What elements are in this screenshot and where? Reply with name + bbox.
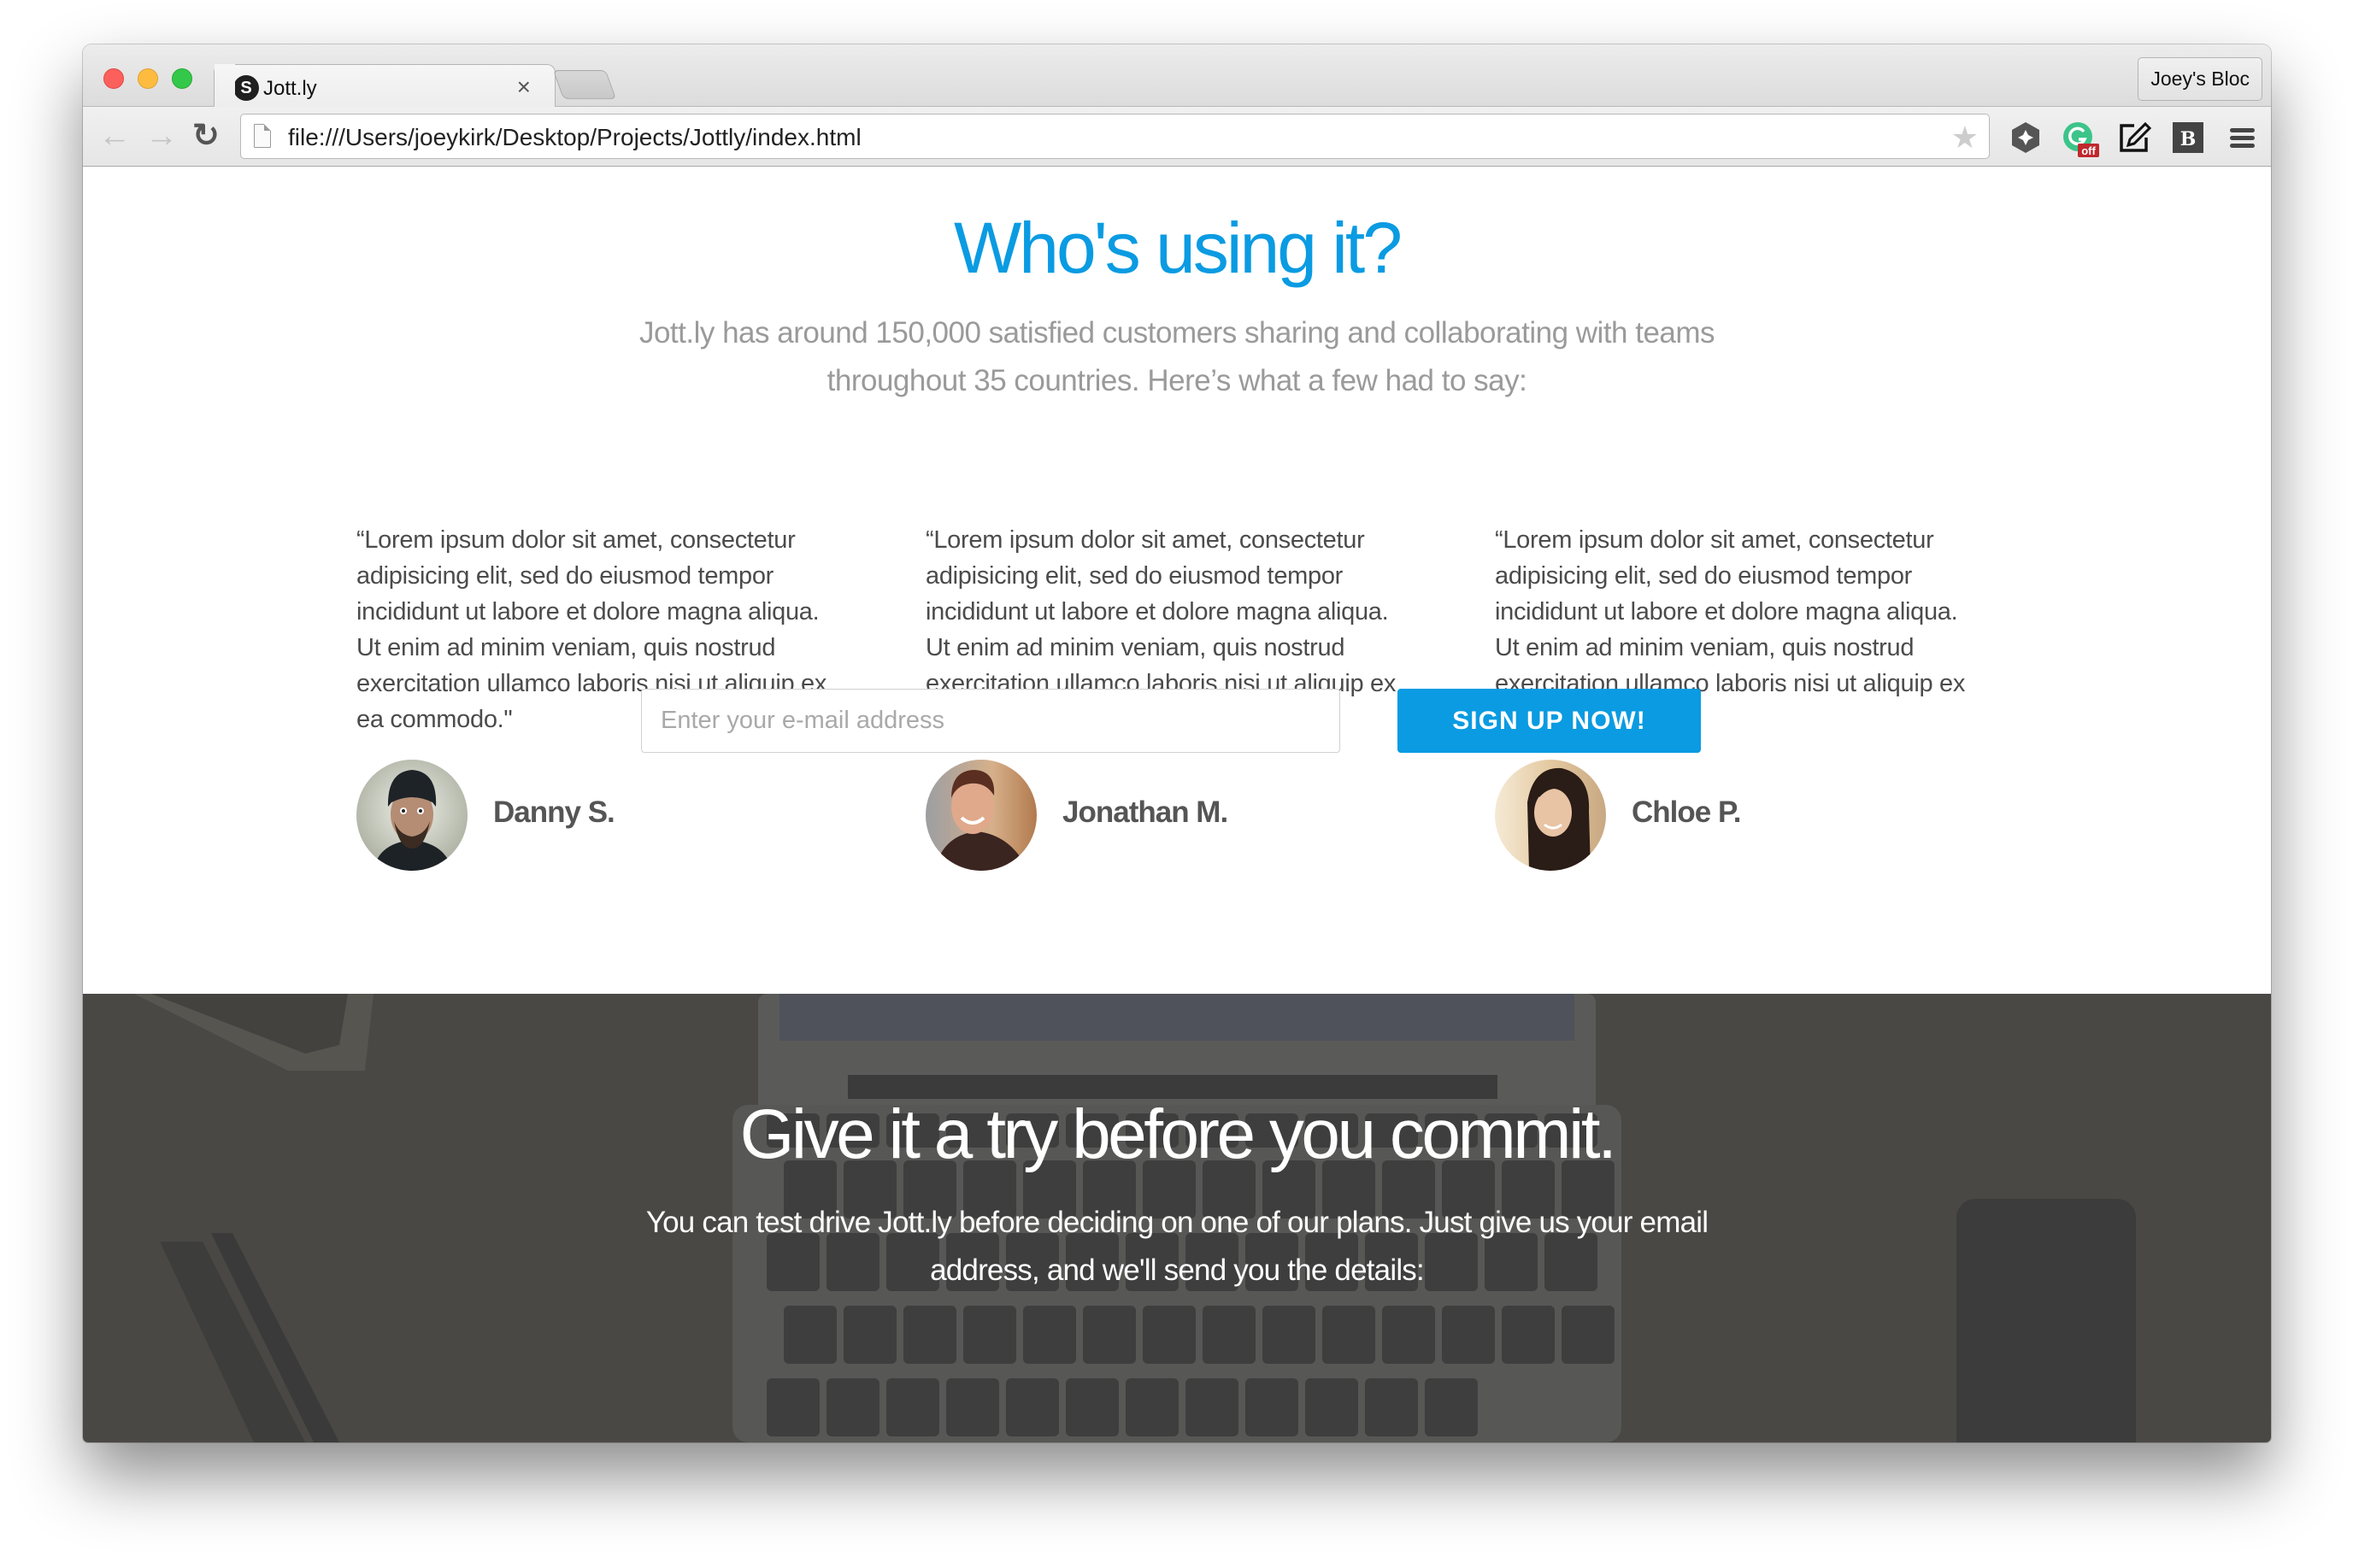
cta-section: Give it a try before you commit. You can… xyxy=(83,994,2271,1442)
keyboard-key-shape xyxy=(844,1306,897,1364)
keyboard-key-shape xyxy=(886,1378,939,1436)
menu-icon[interactable] xyxy=(2225,120,2259,155)
address-bar[interactable]: file:///Users/joeykirk/Desktop/Projects/… xyxy=(240,114,1990,159)
keyboard-key-shape xyxy=(1425,1378,1478,1436)
bookmark-star-icon[interactable]: ★ xyxy=(1951,120,1979,156)
keyboard-key-shape xyxy=(946,1378,999,1436)
testimonials-subtitle: Jott.ly has around 150,000 satisfied cus… xyxy=(638,316,1715,397)
keyboard-key-shape xyxy=(1023,1306,1076,1364)
page-content: Who's using it? Jott.ly has around 150,0… xyxy=(83,167,2271,1442)
bold-b-icon[interactable]: B xyxy=(2171,120,2205,155)
edit-note-icon[interactable] xyxy=(2117,120,2152,155)
keyboard-key-shape xyxy=(1083,1306,1136,1364)
cta-subtitle: You can test drive Jott.ly before decidi… xyxy=(645,1206,1709,1287)
tab-strip: S Jott.ly × Joey's Bloc xyxy=(83,44,2271,108)
keyboard-key-shape xyxy=(1185,1378,1238,1436)
keyboard-key-shape xyxy=(1502,1306,1555,1364)
keyboard-key-shape xyxy=(1066,1378,1119,1436)
forward-arrow-icon[interactable]: → xyxy=(145,119,178,153)
keyboard-key-shape xyxy=(963,1306,1016,1364)
cta-title: Give it a try before you commit. xyxy=(739,1095,1617,1173)
grammarly-badge: off xyxy=(2081,144,2096,157)
new-tab-button[interactable] xyxy=(552,70,617,99)
keyboard-key-shape xyxy=(1562,1306,1615,1364)
keyboard-key-shape xyxy=(826,1378,879,1436)
tab-title: Jott.ly xyxy=(263,77,317,100)
email-input[interactable] xyxy=(641,689,1340,753)
keyboard-key-shape xyxy=(1262,1306,1315,1364)
browser-window: S Jott.ly × Joey's Bloc ← → ↻ file:///Us… xyxy=(83,44,2271,1442)
tab-close-icon[interactable]: × xyxy=(517,73,531,101)
browser-toolbar: ← → ↻ file:///Users/joeykirk/Desktop/Pro… xyxy=(83,107,2271,167)
avatar xyxy=(356,760,468,871)
keyboard-key-shape xyxy=(1305,1378,1358,1436)
favicon-icon: S xyxy=(233,75,259,101)
testimonial-author: Chloe P. xyxy=(1495,760,1974,871)
keyboard-key-shape xyxy=(1126,1378,1179,1436)
hexagon-extension-icon[interactable] xyxy=(2009,120,2043,155)
keyboard-key-shape xyxy=(903,1306,956,1364)
page-icon xyxy=(254,124,271,148)
close-window-button[interactable] xyxy=(103,68,124,89)
back-arrow-icon[interactable]: ← xyxy=(98,119,131,153)
author-name: Chloe P. xyxy=(1632,796,1742,829)
bold-b-label: B xyxy=(2180,128,2197,150)
keyboard-key-shape xyxy=(1245,1378,1298,1436)
tab-jottly[interactable]: S Jott.ly × xyxy=(214,64,556,108)
keyboard-key-shape xyxy=(1322,1306,1375,1364)
maximize-window-button[interactable] xyxy=(172,68,192,89)
author-name: Jonathan M. xyxy=(1062,796,1228,829)
minimize-window-button[interactable] xyxy=(138,68,158,89)
keyboard-key-shape xyxy=(1006,1378,1059,1436)
testimonial-author: Jonathan M. xyxy=(926,760,1404,871)
avatar xyxy=(1495,760,1606,871)
testimonials-title: Who's using it? xyxy=(954,208,1403,288)
keyboard-key-shape xyxy=(1203,1306,1256,1364)
keyboard-key-shape xyxy=(767,1378,820,1436)
url-text[interactable]: file:///Users/joeykirk/Desktop/Projects/… xyxy=(288,124,862,151)
keyboard-key-shape xyxy=(784,1306,837,1364)
keyboard-key-shape xyxy=(1442,1306,1495,1364)
keyboard-key-shape xyxy=(1382,1306,1435,1364)
grammarly-icon[interactable]: off xyxy=(2062,120,2099,157)
profile-button[interactable]: Joey's Bloc xyxy=(2138,57,2262,101)
author-name: Danny S. xyxy=(493,796,615,829)
sign-up-button[interactable]: SIGN UP NOW! xyxy=(1397,689,1701,753)
avatar xyxy=(926,760,1037,871)
reload-icon[interactable]: ↻ xyxy=(192,119,220,153)
keyboard-key-shape xyxy=(1365,1378,1418,1436)
testimonial-author: Danny S. xyxy=(356,760,835,871)
keyboard-key-shape xyxy=(1143,1306,1196,1364)
